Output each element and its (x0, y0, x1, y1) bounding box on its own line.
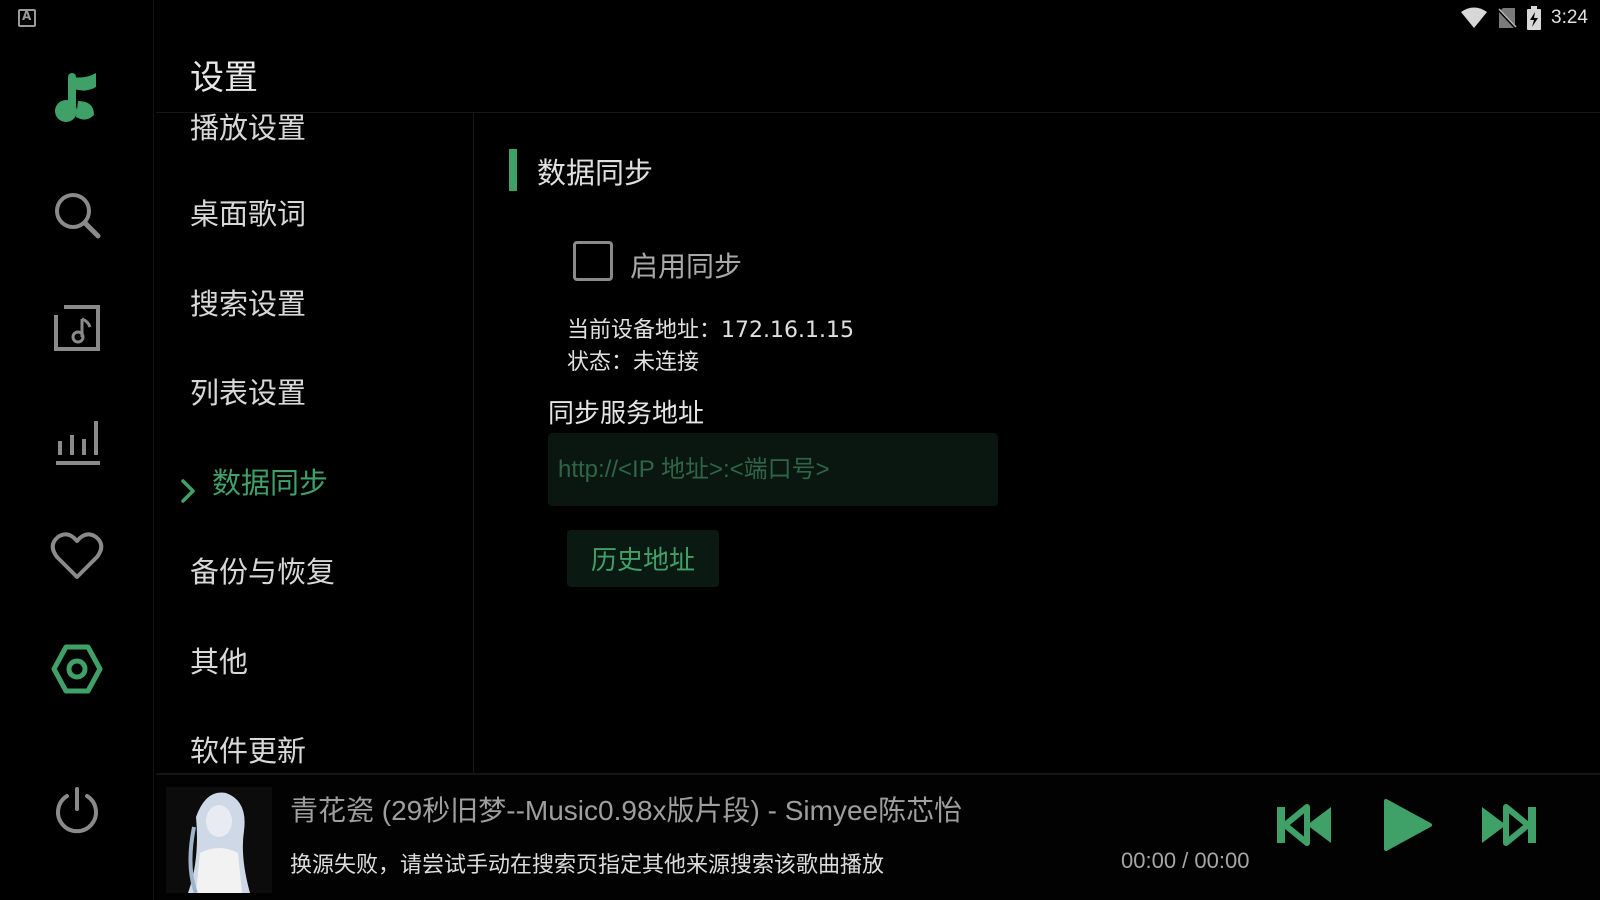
side-rail (0, 0, 154, 900)
heart-icon (50, 532, 104, 579)
no-sim-icon (1497, 7, 1518, 29)
wifi-icon (1461, 7, 1488, 28)
page-title: 设置 (190, 58, 258, 98)
music-note-logo-icon (55, 73, 96, 122)
song-status-message: 换源失败，请尝试手动在搜索页指定其他来源搜索该歌曲播放 (290, 853, 885, 878)
search-nav-button[interactable] (45, 183, 109, 247)
status-bar-right: 3:24 (1461, 4, 1588, 32)
app-logo[interactable] (45, 66, 109, 130)
nav-item-software-update[interactable]: 软件更新 (190, 728, 306, 770)
song-title: 青花瓷 (29秒旧梦--Music0.98x版片段) - Simyee陈芯怡 (290, 795, 963, 826)
next-button[interactable] (1479, 803, 1539, 847)
nav-item-other[interactable]: 其他 (190, 639, 248, 681)
play-button[interactable] (1380, 797, 1436, 853)
charts-nav-button[interactable] (45, 410, 109, 474)
favorites-nav-button[interactable] (45, 524, 109, 588)
server-address-input[interactable] (548, 433, 998, 506)
nav-item-backup-restore[interactable]: 备份与恢复 (190, 549, 335, 591)
settings-nav: 播放设置 桌面歌词 搜索设置 列表设置 数据同步 备份与恢复 其他 软件更新 (156, 113, 474, 773)
settings-icon (51, 644, 103, 694)
nav-item-search[interactable]: 搜索设置 (190, 281, 306, 323)
playlist-nav-button[interactable] (45, 296, 109, 360)
player-bar: 青花瓷 (29秒旧梦--Music0.98x版片段) - Simyee陈芯怡 换… (156, 773, 1600, 900)
album-art-image (166, 787, 272, 893)
previous-button[interactable] (1274, 803, 1334, 847)
nav-item-data-sync[interactable]: 数据同步 (212, 460, 328, 502)
search-icon (55, 193, 101, 239)
nav-item-desktop-lyrics[interactable]: 桌面歌词 (190, 191, 306, 233)
server-address-label: 同步服务地址 (548, 399, 705, 429)
status-bar: 3:24 (0, 0, 1600, 36)
bar-chart-icon (56, 421, 100, 465)
chevron-right-icon (181, 479, 195, 503)
nav-item-list[interactable]: 列表设置 (190, 370, 306, 412)
skip-next-icon (1482, 804, 1536, 846)
section-title: 数据同步 (537, 156, 654, 190)
clock: 3:24 (1551, 7, 1588, 28)
skip-previous-icon (1277, 804, 1331, 846)
exit-button[interactable] (45, 779, 109, 843)
playlist-icon (54, 305, 100, 351)
power-icon (56, 787, 98, 834)
nav-item-playback[interactable]: 播放设置 (190, 113, 306, 147)
play-icon (1384, 799, 1432, 851)
history-address-button[interactable]: 历史地址 (567, 530, 719, 587)
enable-sync-label[interactable]: 启用同步 (630, 245, 742, 285)
connection-status: 状态：未连接 (567, 350, 700, 375)
settings-nav-button[interactable] (45, 637, 109, 701)
playback-time: 00:00 / 00:00 (1121, 848, 1250, 873)
section-accent-bar (509, 149, 517, 191)
album-art[interactable] (166, 787, 272, 893)
battery-charging-icon (1527, 6, 1542, 30)
enable-sync-checkbox[interactable] (573, 241, 613, 281)
device-address: 当前设备地址：172.16.1.15 (567, 318, 854, 343)
